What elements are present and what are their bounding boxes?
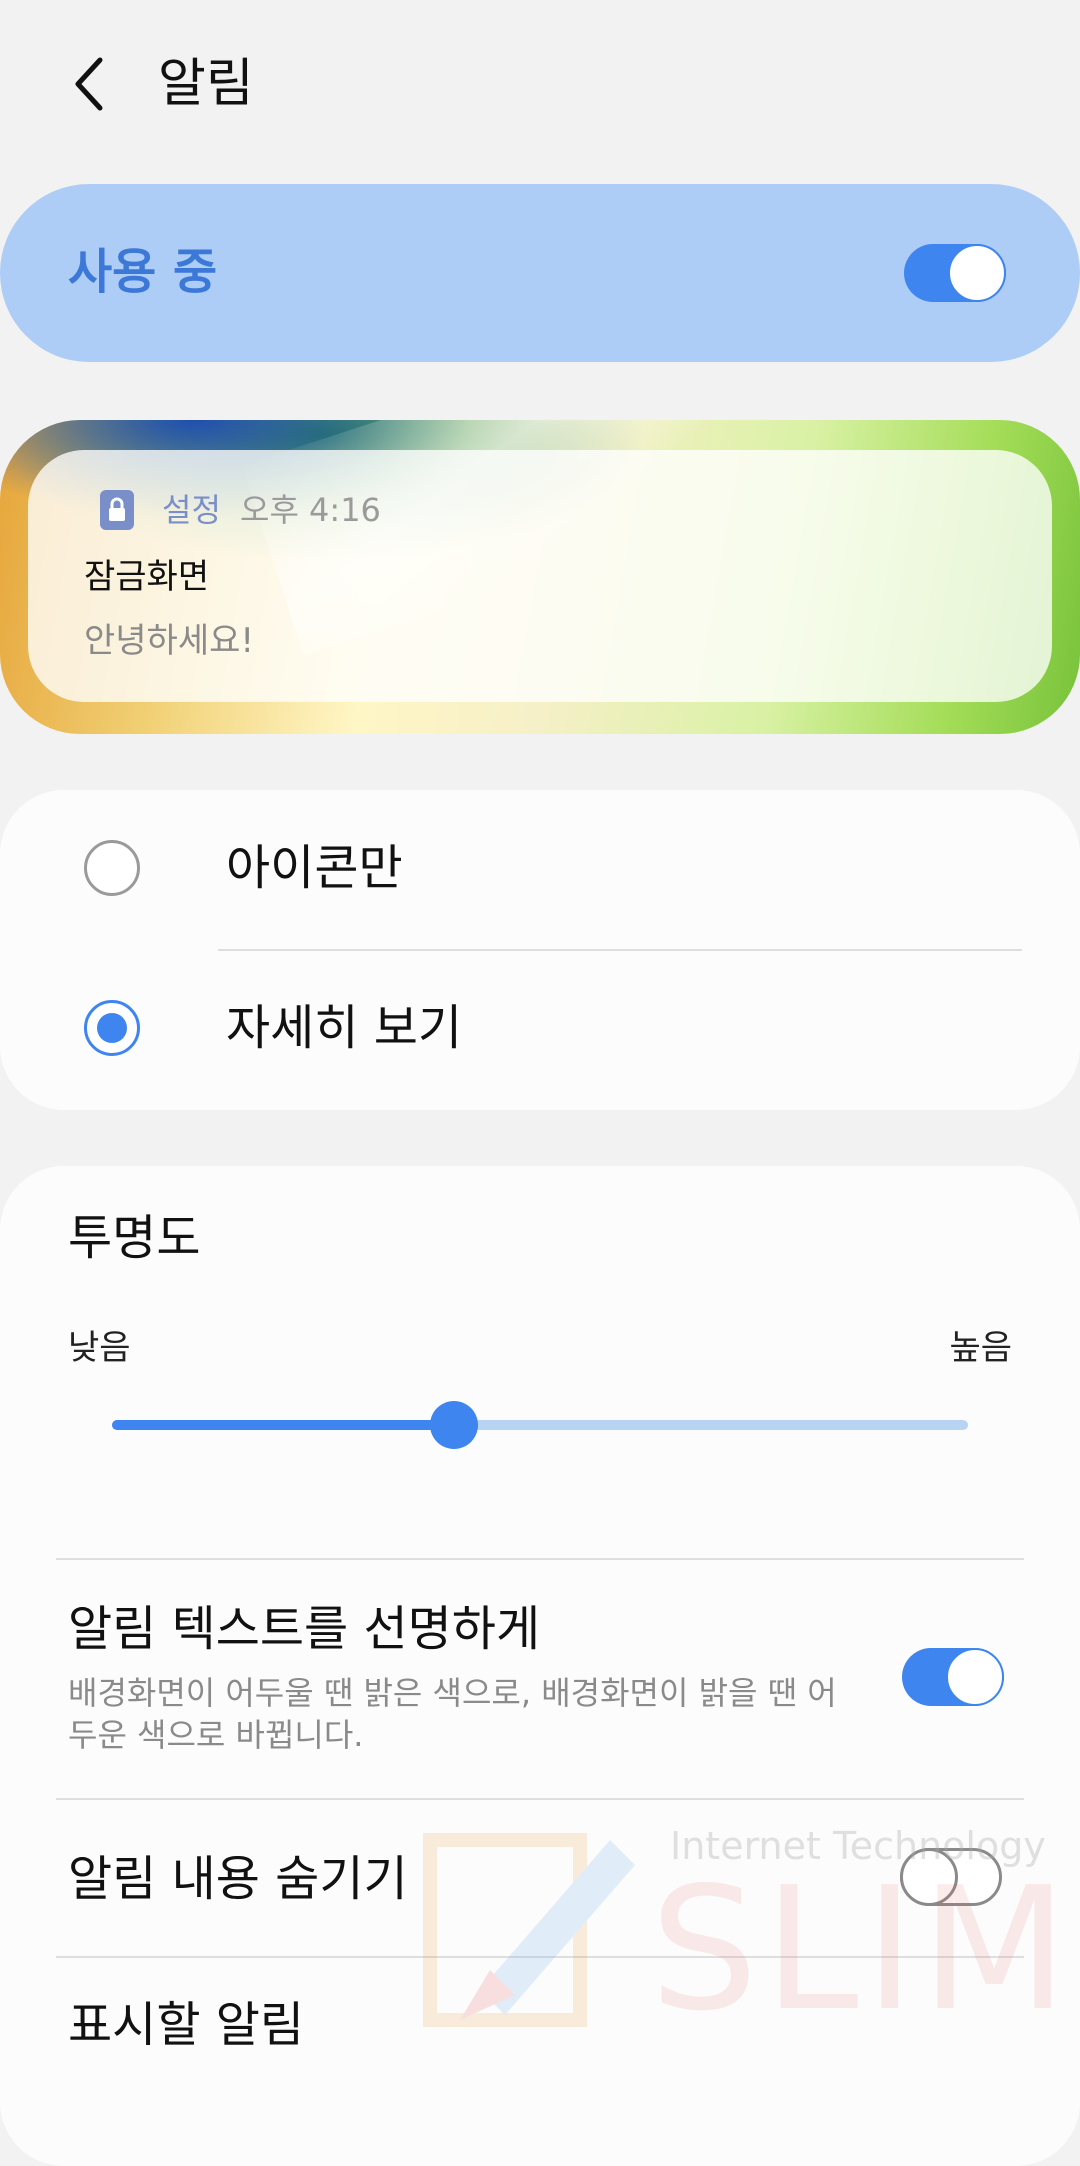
slider-fill <box>112 1420 455 1430</box>
hide-content-title: 알림 내용 숨기기 <box>68 1851 408 1907</box>
slider-low-label: 낮음 <box>68 1328 131 1368</box>
clear-text-toggle[interactable] <box>902 1648 1004 1706</box>
watermark-brand: SLIM <box>650 1851 1074 2049</box>
back-button[interactable] <box>62 52 118 116</box>
slider-thumb[interactable] <box>430 1401 479 1449</box>
switch-knob <box>946 1648 1004 1706</box>
slider-high-label: 높음 <box>949 1328 1012 1368</box>
master-toggle-card[interactable]: 사용 중 <box>0 184 1080 362</box>
radio-icons-only[interactable] <box>84 840 140 896</box>
watermark-logo <box>423 1833 635 2027</box>
divider <box>56 1798 1024 1800</box>
notification-title: 잠금화면 <box>84 557 210 597</box>
option-icons-only[interactable]: 아이콘만 <box>0 790 1080 950</box>
option-detailed[interactable]: 자세히 보기 <box>0 950 1080 1110</box>
chevron-left-icon <box>75 57 103 111</box>
transparency-slider[interactable] <box>112 1401 968 1449</box>
switch-knob <box>948 244 1006 302</box>
clear-text-title: 알림 텍스트를 선명하게 <box>68 1601 541 1657</box>
notification-preview: 설정 오후 4:16 잠금화면 안녕하세요! <box>0 420 1080 734</box>
master-toggle-label: 사용 중 <box>68 244 218 300</box>
notification-style-card: 아이콘만 자세히 보기 <box>0 790 1080 1110</box>
lock-icon <box>100 490 134 530</box>
master-toggle-switch[interactable] <box>904 244 1006 302</box>
transparency-title: 투명도 <box>68 1210 201 1266</box>
page-title: 알림 <box>158 54 254 114</box>
divider <box>56 1558 1024 1560</box>
show-notifications-title: 표시할 알림 <box>68 1997 305 2053</box>
notification-app-name: 설정 <box>162 491 221 529</box>
option-label: 아이콘만 <box>226 840 403 896</box>
notification-body: 안녕하세요! <box>84 621 255 661</box>
notification-time: 오후 4:16 <box>240 491 381 529</box>
radio-detailed[interactable] <box>84 1000 140 1056</box>
option-label: 자세히 보기 <box>226 1000 463 1056</box>
radio-dot <box>97 1013 127 1043</box>
clear-text-description: 배경화면이 어두울 땐 밝은 색으로, 배경화면이 밝을 땐 어두운 색으로 바… <box>68 1674 837 1754</box>
app-header: 알림 <box>0 0 1080 170</box>
preview-notification-card: 설정 오후 4:16 잠금화면 안녕하세요! <box>28 450 1052 702</box>
